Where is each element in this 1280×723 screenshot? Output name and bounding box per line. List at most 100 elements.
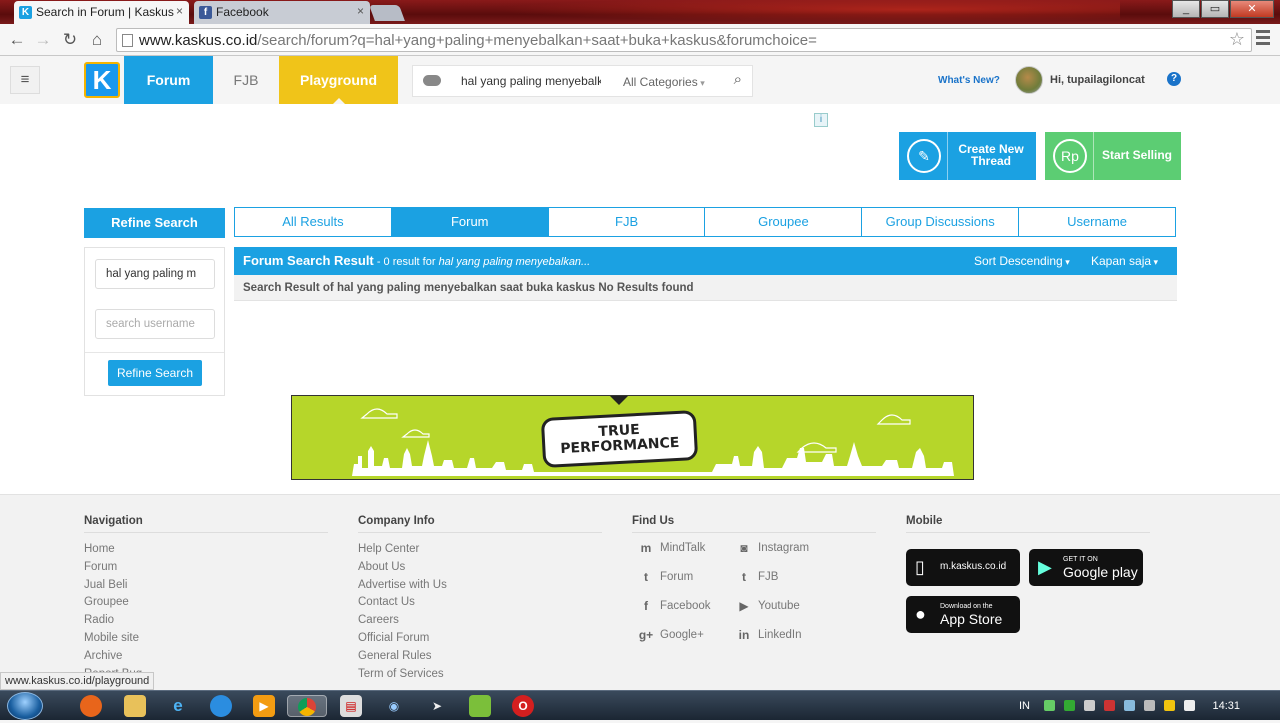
footer-link[interactable]: About Us [358, 559, 602, 577]
create-thread-button[interactable]: ✎ Create New Thread [899, 132, 1036, 180]
tray-icon[interactable] [1124, 700, 1135, 711]
bookmark-star-icon[interactable]: ☆ [1229, 29, 1245, 50]
signal-icon[interactable] [1184, 700, 1195, 711]
chrome-taskbar-button[interactable] [287, 695, 327, 717]
time-filter-dropdown[interactable]: Kapan saja [1091, 254, 1158, 268]
social-mindtalk[interactable]: m MindTalk [638, 540, 706, 556]
footer-link[interactable]: Archive [84, 648, 328, 666]
footer-link[interactable]: Home [84, 541, 328, 559]
start-selling-button[interactable]: Rp Start Selling [1045, 132, 1181, 180]
ad-info-icon[interactable]: i [814, 113, 828, 127]
footer-link[interactable]: Contact Us [358, 594, 602, 612]
m-kaskus-button[interactable]: ▯ m.kaskus.co.id [906, 549, 1020, 586]
media-player-icon[interactable]: ▶ [253, 695, 275, 717]
close-tab-icon[interactable]: × [357, 4, 364, 18]
hamburger-menu-icon[interactable]: ≡ [10, 66, 40, 94]
tab-group-discussions[interactable]: Group Discussions [861, 208, 1018, 236]
language-indicator[interactable]: IN [1019, 700, 1030, 712]
app-store-button[interactable]: ● Download on the App Store [906, 596, 1020, 633]
cloud-icon[interactable] [423, 75, 441, 86]
messenger-icon[interactable] [210, 695, 232, 717]
footer-link[interactable]: Careers [358, 612, 602, 630]
tray-icon[interactable] [1144, 700, 1155, 711]
social-youtube[interactable]: ▶ Youtube [736, 598, 799, 614]
result-title: Forum Search Result [243, 253, 374, 268]
user-greeting[interactable]: Hi, tupailagiloncat [1050, 74, 1145, 86]
tray-icon[interactable] [1164, 700, 1175, 711]
search-input[interactable]: hal yang paling menyebalk [461, 74, 601, 88]
minimize-button[interactable]: _ [1172, 0, 1200, 18]
true-performance-banner[interactable]: TRUE PERFORMANCE [291, 395, 974, 480]
footer-link[interactable]: Groupee [84, 594, 328, 612]
close-window-button[interactable]: ✕ [1230, 0, 1274, 18]
avatar[interactable] [1015, 66, 1043, 94]
footer-company-info: Company Info Help Center About Us Advert… [358, 515, 602, 683]
footer-link[interactable]: Help Center [358, 541, 602, 559]
result-query: hal yang paling menyebalkan... [438, 256, 591, 268]
browser-tab-facebook[interactable]: f Facebook × [194, 1, 370, 24]
clock[interactable]: 14:31 [1212, 700, 1240, 712]
search-username-input[interactable] [95, 309, 215, 339]
social-google-plus[interactable]: g+ Google+ [638, 627, 704, 643]
social-facebook[interactable]: f Facebook [638, 598, 711, 614]
tray-icon[interactable] [1084, 700, 1095, 711]
tray-icon[interactable] [1044, 700, 1055, 711]
reload-icon[interactable]: ↻ [59, 29, 81, 51]
chrome-menu-icon[interactable] [1256, 30, 1270, 48]
kaskus-logo[interactable]: K [84, 62, 120, 98]
refine-search-button[interactable]: Refine Search [108, 360, 202, 386]
people-icon[interactable]: ◉ [383, 695, 405, 717]
document-icon[interactable]: ▤ [340, 695, 362, 717]
folder-icon[interactable] [124, 695, 146, 717]
social-twitter-fjb[interactable]: t FJB [736, 569, 778, 585]
forward-arrow-icon[interactable]: → [32, 29, 54, 51]
browser-toolbar: ← → ↻ ⌂ www.kaskus.co.id/search/forum?q=… [0, 24, 1280, 56]
maximize-button[interactable]: ▭ [1201, 0, 1229, 18]
footer-link[interactable]: General Rules [358, 648, 602, 666]
close-tab-icon[interactable]: × [176, 4, 183, 18]
help-icon[interactable]: ? [1167, 72, 1181, 86]
tab-username[interactable]: Username [1018, 208, 1175, 236]
address-bar[interactable]: www.kaskus.co.id/search/forum?q=hal+yang… [116, 28, 1252, 52]
sort-dropdown[interactable]: Sort Descending [974, 254, 1070, 268]
tray-icon[interactable] [1104, 700, 1115, 711]
google-play-button[interactable]: ▶ GET IT ON Google play [1029, 549, 1143, 586]
nav-playground[interactable]: Playground [279, 56, 398, 104]
tab-title: Facebook [216, 5, 269, 19]
footer-link[interactable]: Advertise with Us [358, 577, 602, 595]
social-instagram[interactable]: ◙ Instagram [736, 540, 809, 556]
internet-explorer-icon[interactable]: e [167, 695, 189, 717]
start-selling-label: Start Selling [1101, 148, 1172, 162]
google-play-icon: ▶ [1038, 557, 1052, 577]
tab-fjb[interactable]: FJB [547, 208, 705, 236]
footer-link[interactable]: Term of Services [358, 666, 602, 684]
footer-link[interactable]: Jual Beli [84, 577, 328, 595]
browser-tab-kaskus[interactable]: K Search in Forum | Kaskus - × [14, 1, 189, 33]
bluestacks-icon[interactable] [469, 695, 491, 717]
firefox-icon[interactable] [80, 695, 102, 717]
new-tab-button[interactable] [369, 5, 405, 21]
footer-link[interactable]: Forum [84, 559, 328, 577]
search-icon[interactable]: ⌕ [734, 71, 742, 88]
footer-link[interactable]: Mobile site [84, 630, 328, 648]
nav-forum[interactable]: Forum [124, 56, 213, 104]
tab-groupee[interactable]: Groupee [704, 208, 861, 236]
footer-link[interactable]: Radio [84, 612, 328, 630]
footer-heading: Find Us [632, 515, 876, 533]
start-button[interactable] [7, 692, 43, 720]
tray-icon[interactable] [1064, 700, 1075, 711]
social-twitter-forum[interactable]: t Forum [638, 569, 693, 585]
nav-fjb[interactable]: FJB [213, 56, 279, 104]
home-icon[interactable]: ⌂ [86, 29, 108, 51]
whats-new-link[interactable]: What's New? [938, 75, 1000, 86]
opera-icon[interactable]: O [512, 695, 534, 717]
tab-all-results[interactable]: All Results [235, 208, 391, 236]
category-dropdown[interactable]: All Categories [623, 75, 705, 89]
footer-link[interactable]: Official Forum [358, 630, 602, 648]
social-linkedin[interactable]: in LinkedIn [736, 627, 802, 643]
back-arrow-icon[interactable]: ← [6, 29, 28, 51]
tab-forum[interactable]: Forum [390, 208, 548, 236]
refine-query-input[interactable] [95, 259, 215, 289]
cursor-tool-icon[interactable]: ➤ [426, 695, 448, 717]
window-controls: _ ▭ ✕ [1171, 0, 1274, 18]
